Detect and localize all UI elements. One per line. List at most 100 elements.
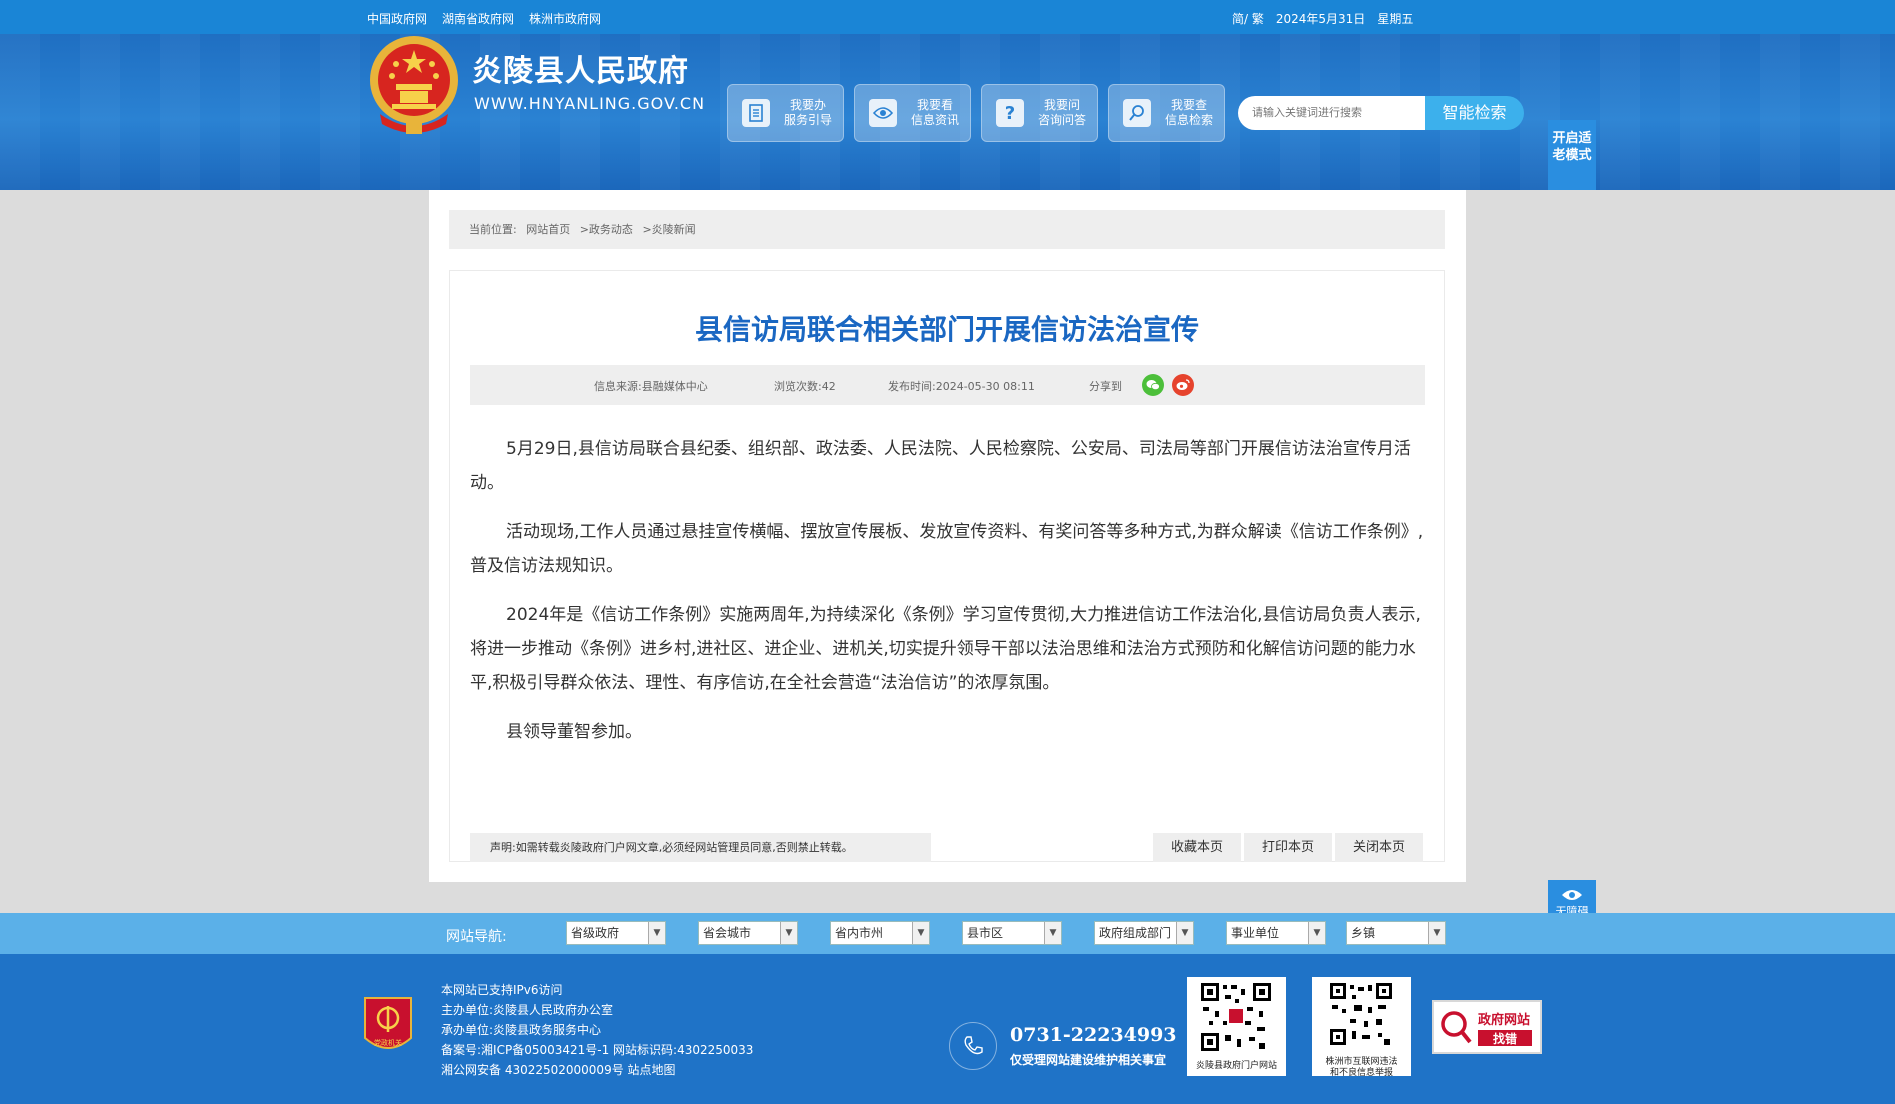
select-value: 省级政府 [571, 926, 620, 940]
select-value: 省内市州 [835, 926, 884, 940]
article-paragraph: 县领导董智参加。 [506, 722, 642, 742]
article-paragraph: 活动现场,工作人员通过悬挂宣传横幅、摆放宣传展板、发放宣传资料、有奖问答等多种方… [470, 522, 1424, 576]
elder-mode-button[interactable]: 开启适老模式 [1548, 120, 1596, 190]
nav-button-label: 我要看 信息资讯 [911, 98, 959, 128]
breadcrumb-home[interactable]: 网站首页 [526, 223, 570, 236]
eye-icon [869, 99, 897, 127]
nav-button-line1: 我要查 [1171, 98, 1208, 112]
select-gov-departments[interactable]: 政府组成部门 ▼ [1094, 921, 1194, 945]
select-value: 省会城市 [703, 926, 752, 940]
select-public-institutions[interactable]: 事业单位 ▼ [1226, 921, 1326, 945]
qr-code-portal[interactable]: 炎陵县政府门户网站 [1187, 977, 1286, 1076]
select-provincial-gov[interactable]: 省级政府 ▼ [566, 921, 666, 945]
top-link-zhuzhou-gov[interactable]: 株洲市政府网 [529, 10, 601, 27]
chevron-down-icon: ▼ [1428, 922, 1445, 944]
bookmark-page-button[interactable]: 收藏本页 [1153, 833, 1241, 862]
site-title[interactable]: 炎陵县人民政府 [472, 46, 689, 90]
eye-icon [1562, 890, 1582, 900]
current-date: 2024年5月31日 [1275, 12, 1366, 26]
site-nav-bar [0, 913, 1895, 954]
nav-button-search-info[interactable]: 我要查 信息检索 [1108, 84, 1225, 142]
nav-button-label: 我要查 信息检索 [1165, 98, 1213, 128]
nav-button-label: 我要问 咨询问答 [1038, 98, 1086, 128]
nav-button-line2: 咨询问答 [1038, 113, 1087, 127]
select-province-cities[interactable]: 省内市州 ▼ [830, 921, 930, 945]
nav-button-line2: 信息检索 [1165, 113, 1214, 127]
site-footer [0, 954, 1895, 1104]
qr-code-icon [1199, 981, 1273, 1053]
select-value: 政府组成部门 [1099, 926, 1172, 940]
nav-button-line1: 我要问 [1044, 98, 1081, 112]
national-emblem-icon[interactable] [366, 34, 462, 140]
phone-icon [949, 1022, 997, 1070]
nav-button-line1: 我要看 [917, 98, 954, 112]
weibo-share-icon[interactable] [1172, 374, 1194, 396]
print-page-button[interactable]: 打印本页 [1244, 833, 1332, 862]
qr-code-report[interactable]: 株洲市互联网违法 和不良信息举报 [1312, 977, 1411, 1078]
article-views: 浏览次数:42 [774, 380, 836, 393]
phone-note: 仅受理网站建设维护相关事宜 [1010, 1053, 1167, 1067]
article-paragraph: 5月29日,县信访局联合县纪委、组织部、政法委、人民法院、人民检察院、公安局、司… [470, 439, 1411, 493]
chevron-down-icon: ▼ [1308, 922, 1325, 944]
top-bar: 中国政府网 湖南省政府网 株洲市政府网 简/ 繁 2024年5月31日 星期五 [0, 0, 1895, 34]
select-value: 事业单位 [1231, 926, 1280, 940]
qr-caption-line2: 和不良信息举报 [1329, 1068, 1393, 1078]
select-capital-cities[interactable]: 省会城市 ▼ [698, 921, 798, 945]
top-links: 中国政府网 湖南省政府网 株洲市政府网 [367, 10, 601, 27]
top-link-hunan-gov[interactable]: 湖南省政府网 [442, 10, 514, 27]
chevron-down-icon: ▼ [648, 922, 665, 944]
breadcrumb-gov-news[interactable]: >政务动态 [580, 223, 633, 236]
reprint-notice: 声明:如需转载炎陵政府门户网文章,必须经网站管理员同意,否则禁止转载。 [470, 833, 931, 862]
top-link-china-gov[interactable]: 中国政府网 [367, 10, 427, 27]
footer-info: 本网站已支持IPv6访问 主办单位:炎陵县人民政府办公室 承办单位:炎陵县政务服… [441, 980, 753, 1080]
site-nav-label: 网站导航: [446, 929, 507, 945]
article-source: 信息来源:县融媒体中心 [594, 380, 708, 393]
breadcrumb: 当前位置: 网站首页 >政务动态 >炎陵新闻 [449, 210, 1445, 249]
share-label: 分享到 [1089, 380, 1122, 393]
lang-toggle[interactable]: 简/ 繁 [1232, 10, 1264, 27]
party-gov-badge-icon[interactable]: 党政机关 [361, 994, 415, 1058]
nav-button-line2: 服务引导 [784, 113, 833, 127]
footer-line-organizer: 承办单位:炎陵县政务服务中心 [441, 1023, 602, 1037]
nav-button-service-guide[interactable]: 我要办 服务引导 [727, 84, 844, 142]
article-publish-time: 发布时间:2024-05-30 08:11 [888, 380, 1035, 393]
chevron-down-icon: ▼ [780, 922, 797, 944]
select-value: 乡镇 [1351, 926, 1376, 940]
chevron-down-icon: ▼ [1044, 922, 1061, 944]
top-right-info: 简/ 繁 2024年5月31日 星期五 [1232, 10, 1413, 27]
qr-code-icon [1328, 981, 1394, 1047]
nav-button-info[interactable]: 我要看 信息资讯 [854, 84, 971, 142]
footer-line-sponsor: 主办单位:炎陵县人民政府办公室 [441, 1003, 614, 1017]
chevron-down-icon: ▼ [1176, 922, 1193, 944]
gov-badge-line1: 政府网站 [1478, 1012, 1530, 1028]
nav-button-qa[interactable]: ? 我要问 咨询问答 [981, 84, 1098, 142]
article-paragraph: 2024年是《信访工作条例》实施两周年,为持续深化《条例》学习宣传贯彻,大力推进… [470, 605, 1421, 693]
gov-badge-line2: 找错 [1493, 1031, 1517, 1046]
nav-button-line2: 信息资讯 [911, 113, 960, 127]
article-meta: 信息来源:县融媒体中心 浏览次数:42 发布时间:2024-05-30 08:1… [470, 365, 1425, 405]
select-value: 县市区 [967, 926, 1004, 940]
qr-caption: 炎陵县政府门户网站 [1195, 1061, 1277, 1071]
contact-phone: 0731-22234993 [1010, 1024, 1177, 1046]
breadcrumb-yanling-news[interactable]: >炎陵新闻 [642, 223, 695, 236]
gov-website-error-report-button[interactable]: 政府网站 找错 [1432, 1000, 1542, 1054]
breadcrumb-label: 当前位置: [469, 223, 517, 236]
search-input[interactable] [1238, 96, 1425, 130]
article-title: 县信访局联合相关部门开展信访法治宣传 [694, 313, 1199, 346]
article-body: 5月29日,县信访局联合县纪委、组织部、政法委、人民法院、人民检察院、公安局、司… [470, 432, 1425, 764]
select-townships[interactable]: 乡镇 ▼ [1346, 921, 1446, 945]
nav-button-label: 我要办 服务引导 [784, 98, 832, 128]
nav-button-line1: 我要办 [790, 98, 827, 112]
magnifier-icon [1123, 99, 1151, 127]
close-page-button[interactable]: 关闭本页 [1335, 833, 1423, 862]
footer-line-police-sitemap[interactable]: 湘公网安备 43022502000009号 站点地图 [441, 1060, 753, 1080]
footer-line-ipv6: 本网站已支持IPv6访问 [441, 983, 563, 997]
smart-search-button[interactable]: 智能检索 [1425, 96, 1524, 130]
footer-line-icp[interactable]: 备案号:湘ICP备05003421号-1 网站标识码:4302250033 [441, 1040, 753, 1060]
chevron-down-icon: ▼ [912, 922, 929, 944]
qr-caption-line1: 株洲市互联网违法 [1325, 1057, 1398, 1067]
document-icon [742, 99, 770, 127]
current-weekday: 星期五 [1377, 12, 1414, 26]
select-counties[interactable]: 县市区 ▼ [962, 921, 1062, 945]
wechat-share-icon[interactable] [1142, 374, 1164, 396]
